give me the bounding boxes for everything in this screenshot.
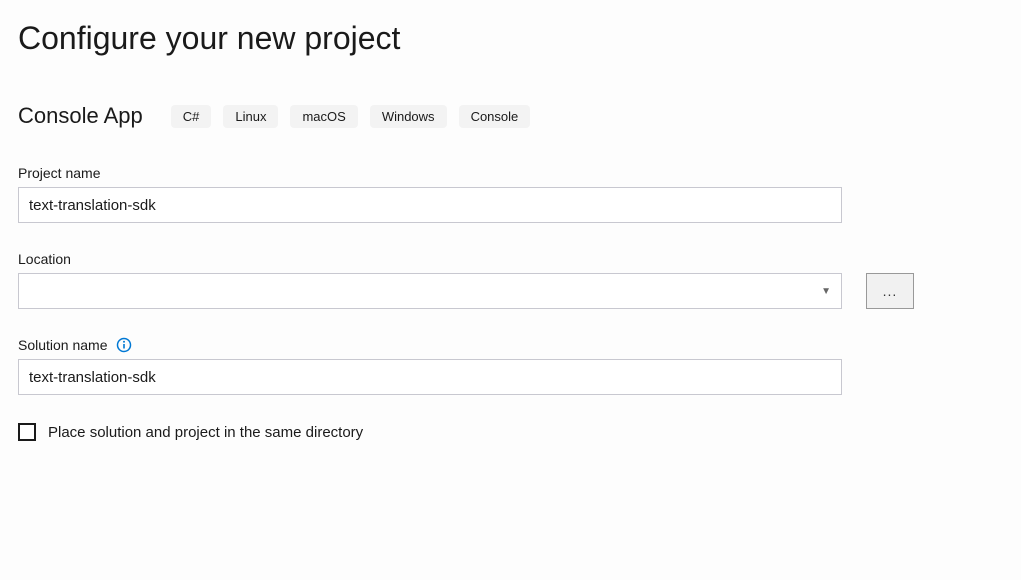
template-row: Console App C# Linux macOS Windows Conso…: [18, 103, 1003, 129]
solution-name-group: Solution name: [18, 337, 1003, 395]
page-title: Configure your new project: [18, 20, 1003, 57]
tag: C#: [171, 105, 212, 128]
template-tags: C# Linux macOS Windows Console: [171, 105, 531, 128]
chevron-down-icon: ▼: [821, 286, 831, 297]
same-directory-label: Place solution and project in the same d…: [48, 424, 363, 441]
tag: Console: [459, 105, 531, 128]
project-name-label: Project name: [18, 165, 1003, 181]
browse-button[interactable]: ...: [866, 273, 914, 309]
location-label: Location: [18, 251, 1003, 267]
project-name-group: Project name: [18, 165, 1003, 223]
location-group: Location ▼ ...: [18, 251, 1003, 309]
tag: Linux: [223, 105, 278, 128]
solution-name-label-row: Solution name: [18, 337, 1003, 353]
tag: Windows: [370, 105, 447, 128]
info-icon[interactable]: [116, 337, 132, 353]
project-name-input[interactable]: [18, 187, 842, 223]
solution-name-label: Solution name: [18, 337, 108, 353]
location-combo[interactable]: ▼: [18, 273, 842, 309]
tag: macOS: [290, 105, 357, 128]
template-name: Console App: [18, 103, 143, 129]
solution-name-input[interactable]: [18, 359, 842, 395]
same-directory-checkbox[interactable]: [18, 423, 36, 441]
same-directory-row: Place solution and project in the same d…: [18, 423, 1003, 441]
